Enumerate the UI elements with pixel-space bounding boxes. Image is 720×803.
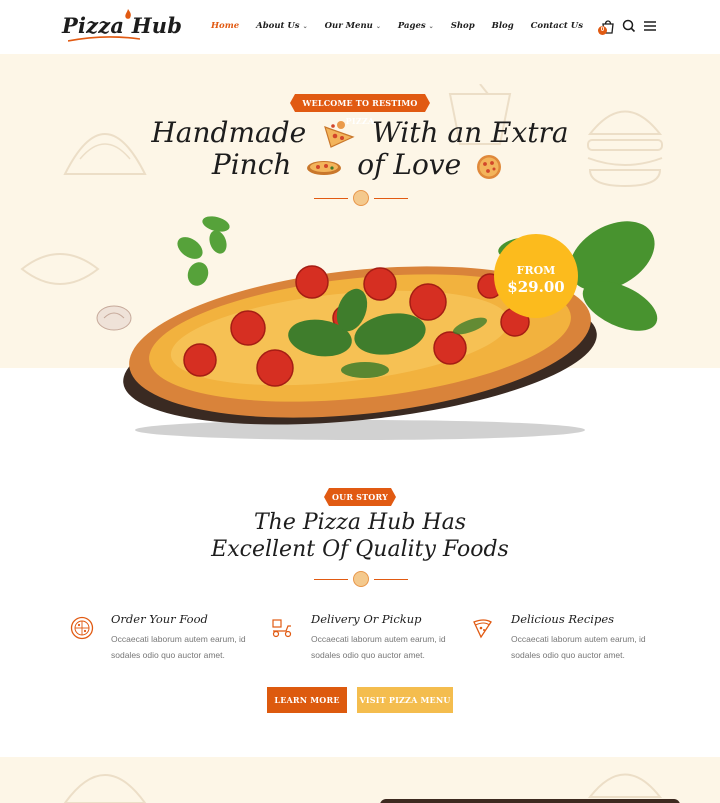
site-logo[interactable]: Pizza Hub xyxy=(62,13,182,38)
nav-item-our-menu[interactable]: Our Menu ⌄ xyxy=(325,21,381,31)
chevron-down-icon: ⌄ xyxy=(375,22,381,30)
nav-item-contact-us[interactable]: Contact Us xyxy=(531,21,583,31)
site-header: Pizza Hub Home About Us ⌄ Our Menu ⌄ Pages… xyxy=(0,0,720,54)
delivery-scooter-icon xyxy=(272,619,292,638)
hero-badge: WELCOME TO RESTIMO PIZZA xyxy=(290,94,430,126)
chevron-down-icon: ⌄ xyxy=(428,22,434,30)
feature-recipes: Delicious Recipes Occaecati laborum aute… xyxy=(470,612,670,672)
pizza-slice-icon xyxy=(473,619,492,639)
story-badge: OUR STORY xyxy=(324,488,396,506)
leaf-doodle xyxy=(20,253,100,285)
features-list: Order Your Food Occaecati laborum autem … xyxy=(70,612,670,672)
next-section-image xyxy=(380,799,680,803)
feature-order-food: Order Your Food Occaecati laborum autem … xyxy=(70,612,270,672)
logo-flame-icon xyxy=(125,9,131,19)
hero-pizza-image xyxy=(96,216,658,440)
pizza-medal-icon xyxy=(353,190,369,206)
nav-item-about-us[interactable]: About Us ⌄ xyxy=(256,21,308,31)
search-icon xyxy=(622,19,636,33)
price-value: $29.00 xyxy=(507,278,565,296)
nav-item-pages[interactable]: Pages ⌄ xyxy=(398,21,434,31)
feature-delivery: Delivery Or Pickup Occaecati laborum aut… xyxy=(270,612,470,672)
nav-item-shop[interactable]: Shop xyxy=(451,21,475,31)
price-badge: FROM $29.00 xyxy=(494,234,578,318)
feature-desc: Occaecati laborum autem earum, id sodale… xyxy=(111,634,246,660)
price-from-label: FROM xyxy=(516,264,556,277)
menu-icon xyxy=(644,21,656,31)
pizza-plate-icon xyxy=(70,616,94,640)
main-nav: Home About Us ⌄ Our Menu ⌄ Pages ⌄ Shop Blo… xyxy=(211,21,600,31)
burger-doodle xyxy=(587,773,663,798)
feature-title: Delivery Or Pickup xyxy=(311,612,422,626)
feature-desc: Occaecati laborum autem earum, id sodale… xyxy=(311,634,446,660)
hero-divider xyxy=(314,190,408,206)
cart-count-badge: 0 xyxy=(598,26,607,35)
search-button[interactable] xyxy=(621,18,637,34)
whole-pizza-icon xyxy=(477,154,502,179)
pizza-plate-icon xyxy=(307,160,342,175)
hero-title: Handmade With an Extra Pinch of Love xyxy=(151,116,569,181)
cart-button[interactable]: 0 xyxy=(598,18,616,35)
menu-button[interactable] xyxy=(642,18,658,34)
feature-title: Order Your Food xyxy=(111,612,208,626)
nav-item-blog[interactable]: Blog xyxy=(492,21,514,31)
pizza-medal-icon xyxy=(353,571,369,587)
nav-item-home[interactable]: Home xyxy=(211,21,239,31)
story-title: The Pizza Hub Has Excellent Of Quality F… xyxy=(211,510,509,562)
feature-title: Delicious Recipes xyxy=(511,612,615,626)
header-actions: 0 xyxy=(598,18,663,35)
next-section-preview xyxy=(0,757,720,803)
story-divider xyxy=(314,571,408,587)
chevron-down-icon: ⌄ xyxy=(302,22,308,30)
taco-doodle xyxy=(63,774,147,803)
pizza-slice-icon xyxy=(324,120,355,148)
learn-more-button[interactable]: LEARN MORE xyxy=(267,687,347,713)
logo-swoosh xyxy=(68,36,140,42)
feature-desc: Occaecati laborum autem earum, id sodale… xyxy=(511,634,646,660)
visit-pizza-menu-button[interactable]: VISIT PIZZA MENU xyxy=(357,687,453,713)
